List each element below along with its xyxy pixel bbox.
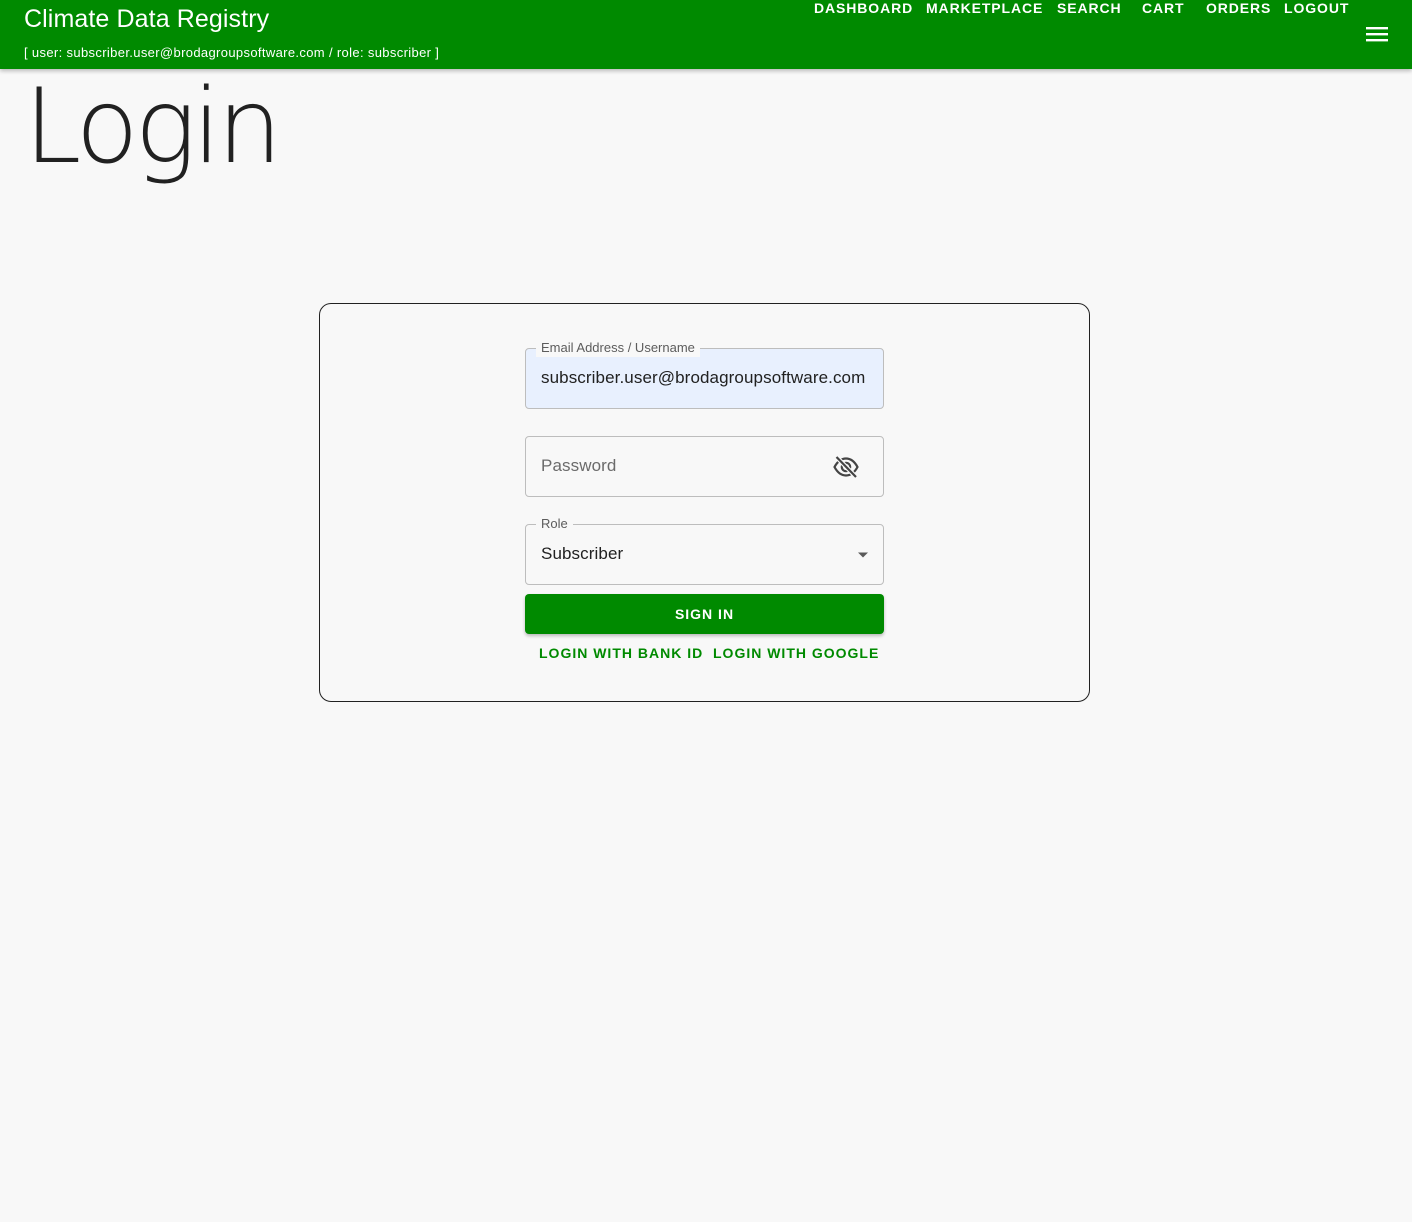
role-field-label: Role — [536, 515, 573, 533]
nav-cart[interactable]: CART — [1142, 0, 1184, 16]
email-field[interactable]: Email Address / Username subscriber.user… — [525, 339, 884, 409]
nav-logout[interactable]: LOGOUT — [1284, 0, 1349, 16]
app-title[interactable]: Climate Data Registry — [24, 5, 269, 34]
user-role-info: [ user: subscriber.user@brodagroupsoftwa… — [24, 45, 440, 60]
password-field[interactable]: Password — [525, 436, 884, 497]
role-selected-value[interactable]: Subscriber — [541, 543, 869, 565]
password-input[interactable]: Password — [541, 455, 616, 477]
visibility-off-icon[interactable] — [833, 455, 859, 479]
app-bar: Climate Data Registry [ user: subscriber… — [0, 0, 1412, 69]
email-field-label: Email Address / Username — [536, 339, 700, 357]
login-with-bank-id-button[interactable]: LOGIN WITH BANK ID — [539, 645, 703, 661]
sign-in-button[interactable]: SIGN IN — [525, 594, 884, 634]
nav-marketplace[interactable]: MARKETPLACE — [926, 0, 1043, 16]
role-select[interactable]: Role Subscriber — [525, 515, 884, 585]
nav-orders[interactable]: ORDERS — [1206, 0, 1271, 16]
page-title: Login — [24, 67, 282, 187]
email-input[interactable]: subscriber.user@brodagroupsoftware.com — [541, 367, 869, 389]
login-with-google-button[interactable]: LOGIN WITH GOOGLE — [713, 645, 879, 661]
nav-search[interactable]: SEARCH — [1057, 0, 1122, 16]
nav-dashboard[interactable]: DASHBOARD — [814, 0, 913, 16]
hamburger-menu-icon[interactable] — [1366, 26, 1388, 42]
arrow-drop-down-icon[interactable] — [857, 551, 869, 559]
